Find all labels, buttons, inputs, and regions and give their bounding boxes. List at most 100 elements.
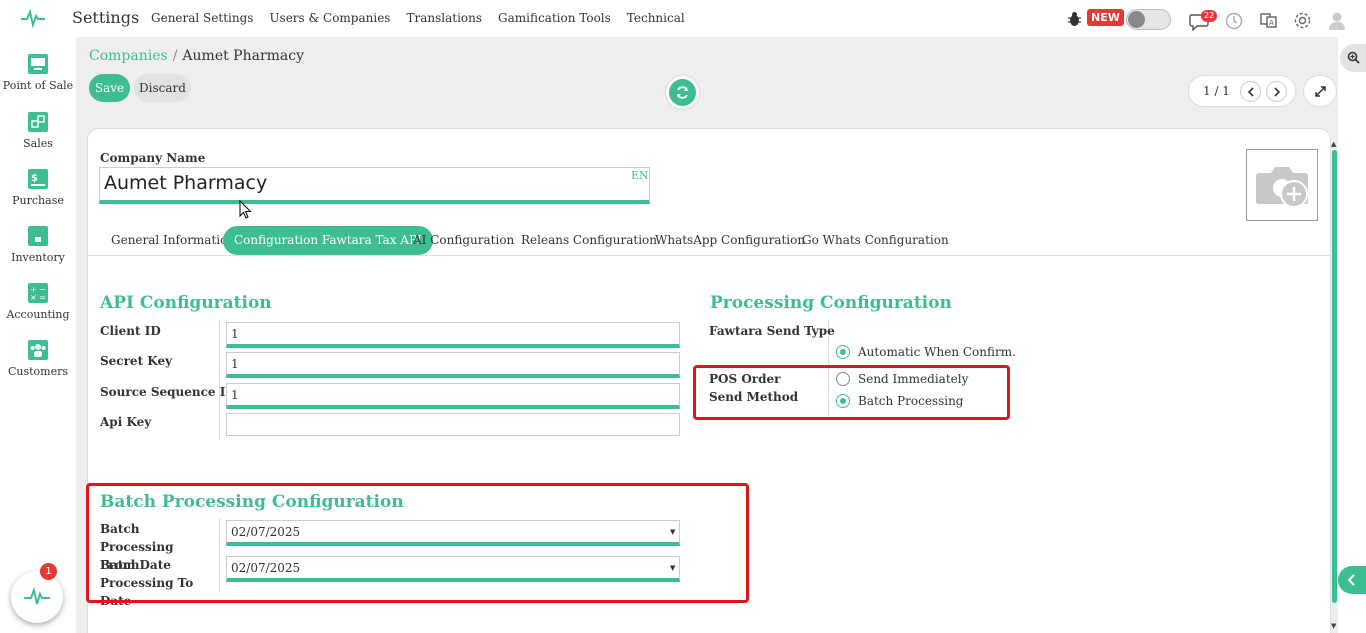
menu-technical[interactable]: Technical: [627, 11, 685, 25]
tab-general-information[interactable]: General Information: [111, 226, 235, 255]
svg-text:A: A: [1269, 19, 1274, 27]
company-name-input[interactable]: Aumet Pharmacy: [99, 167, 650, 204]
company-logo-upload[interactable]: [1246, 149, 1318, 221]
radio-button-unselected[interactable]: [836, 372, 850, 386]
menu-gamification-tools[interactable]: Gamification Tools: [498, 11, 611, 25]
source-sequence-id-label: Source Sequence ID: [100, 385, 236, 399]
top-menu: General Settings Users & Companies Trans…: [151, 11, 685, 25]
pos-batch-processing-radio[interactable]: Batch Processing: [836, 394, 963, 408]
sidebar-item-label: Inventory: [11, 251, 65, 264]
mode-toggle[interactable]: [1126, 9, 1171, 30]
client-id-label: Client ID: [100, 324, 161, 338]
chevron-left-icon: [1247, 87, 1254, 97]
fawtara-send-type-label: Fawtara Send Type: [709, 324, 835, 338]
to-date-dropdown-icon[interactable]: ▼: [670, 564, 675, 572]
breadcrumb-companies-link[interactable]: Companies: [89, 48, 168, 64]
chatter-toggle-button[interactable]: [1338, 566, 1366, 594]
scroll-down-arrow[interactable]: ▼: [1331, 622, 1336, 630]
tab-ai-configuration[interactable]: AI Configuration: [413, 226, 514, 255]
send-type-automatic-radio[interactable]: Automatic When Confirm.: [836, 345, 1016, 359]
secret-key-label: Secret Key: [100, 354, 173, 368]
api-key-input[interactable]: [226, 413, 680, 436]
api-key-label: Api Key: [100, 415, 152, 429]
secret-key-input[interactable]: 1: [226, 352, 680, 378]
pos-send-immediately-radio[interactable]: Send Immediately: [836, 372, 968, 386]
radio-label: Automatic When Confirm.: [858, 345, 1016, 359]
client-id-input[interactable]: 1: [226, 322, 680, 348]
batch-from-date-input[interactable]: 02/07/2025: [226, 520, 680, 546]
toggle-knob: [1128, 11, 1145, 28]
pos-order-send-method-label: POS Order Send Method: [709, 372, 799, 404]
sidebar-item-sales[interactable]: Sales: [0, 112, 76, 150]
mouse-cursor-icon: [239, 200, 252, 219]
sidebar-item-label: Purchase: [12, 194, 64, 207]
sidebar-item-label: Point of Sale: [2, 79, 74, 92]
top-navbar: Settings General Settings Users & Compan…: [0, 0, 1366, 37]
tab-whatsapp-configuration[interactable]: WhatsApp Configuration: [655, 226, 805, 255]
box-icon: [28, 226, 48, 246]
app-title: Settings: [72, 8, 140, 27]
pager-prev-button[interactable]: [1240, 81, 1261, 102]
form-sheet: Company Name Aumet Pharmacy EN General I…: [86, 128, 1331, 633]
menu-general-settings[interactable]: General Settings: [151, 11, 253, 25]
source-sequence-id-input[interactable]: 1: [226, 383, 680, 409]
bug-icon[interactable]: [1067, 11, 1082, 27]
assistant-fab-button[interactable]: [11, 571, 63, 623]
company-name-label: Company Name: [100, 151, 206, 165]
sidebar-item-label: Sales: [23, 137, 53, 150]
tab-configuration-fawtara-tax-api[interactable]: Configuration Fawtara Tax API: [223, 226, 433, 255]
sidebar-item-label: Customers: [7, 365, 69, 378]
sales-icon: [28, 112, 48, 132]
breadcrumb-separator: /: [172, 48, 178, 64]
calculator-icon: + − × =: [28, 283, 48, 303]
zoom-in-icon: [1347, 51, 1360, 64]
chevron-left-icon: [1347, 574, 1355, 586]
pager-next-button[interactable]: [1266, 81, 1287, 102]
translate-icon[interactable]: A: [1260, 12, 1277, 29]
gear-icon[interactable]: [1293, 11, 1312, 30]
sidebar-item-inventory[interactable]: Inventory: [0, 226, 76, 264]
scroll-up-arrow[interactable]: ▲: [1331, 140, 1336, 148]
left-sidebar: Point of Sale Sales $ Purchase Inventory…: [0, 37, 76, 633]
sync-button[interactable]: [666, 76, 699, 109]
batch-field-divider: [219, 518, 220, 592]
app-logo-icon[interactable]: [20, 8, 46, 28]
camera-add-icon: [1256, 167, 1308, 208]
batch-to-date-label: Batch Processing To Date: [100, 558, 194, 608]
expand-button[interactable]: [1303, 75, 1337, 107]
refresh-icon: [677, 86, 688, 99]
sidebar-item-customers[interactable]: Customers: [0, 340, 76, 378]
tab-go-whats-configuration[interactable]: Go Whats Configuration: [802, 226, 949, 255]
discard-button[interactable]: Discard: [134, 74, 191, 102]
radio-button-selected[interactable]: [836, 345, 850, 359]
new-badge[interactable]: NEW: [1087, 9, 1124, 26]
clock-icon[interactable]: [1225, 12, 1243, 30]
svg-text:$: $: [31, 173, 38, 184]
chevron-right-icon: [1274, 87, 1281, 97]
sidebar-item-label: Accounting: [6, 308, 70, 321]
tab-releans-configuration[interactable]: Releans Configuration: [521, 226, 657, 255]
menu-translations[interactable]: Translations: [406, 11, 482, 25]
api-field-divider: [219, 320, 220, 440]
radio-label: Batch Processing: [858, 394, 964, 408]
sidebar-item-purchase[interactable]: $ Purchase: [0, 169, 76, 207]
zoom-tab-button[interactable]: [1340, 44, 1366, 72]
notebook-tabs: General Information Configuration Fawtar…: [88, 226, 1330, 256]
save-button[interactable]: Save: [89, 74, 130, 102]
user-avatar-icon[interactable]: [1328, 11, 1346, 30]
batch-to-date-input[interactable]: 02/07/2025: [226, 556, 680, 582]
radio-label: Send Immediately: [858, 372, 969, 386]
svg-text:× =: × =: [30, 293, 46, 302]
main-content: Companies / Aumet Pharmacy Save Discard 1 …: [76, 37, 1338, 633]
sidebar-item-point-of-sale[interactable]: Point of Sale: [0, 54, 76, 92]
sidebar-item-accounting[interactable]: + − × = Accounting: [0, 283, 76, 321]
form-scrollbar[interactable]: [1332, 150, 1337, 603]
language-switch[interactable]: EN: [631, 169, 649, 182]
from-date-dropdown-icon[interactable]: ▼: [670, 528, 675, 536]
fab-notification-badge: 1: [40, 563, 57, 580]
menu-users-companies[interactable]: Users & Companies: [269, 11, 390, 25]
monitor-icon: [28, 54, 48, 74]
breadcrumb-current: Aumet Pharmacy: [182, 48, 305, 64]
expand-icon: [1315, 86, 1326, 97]
radio-button-selected[interactable]: [836, 394, 850, 408]
